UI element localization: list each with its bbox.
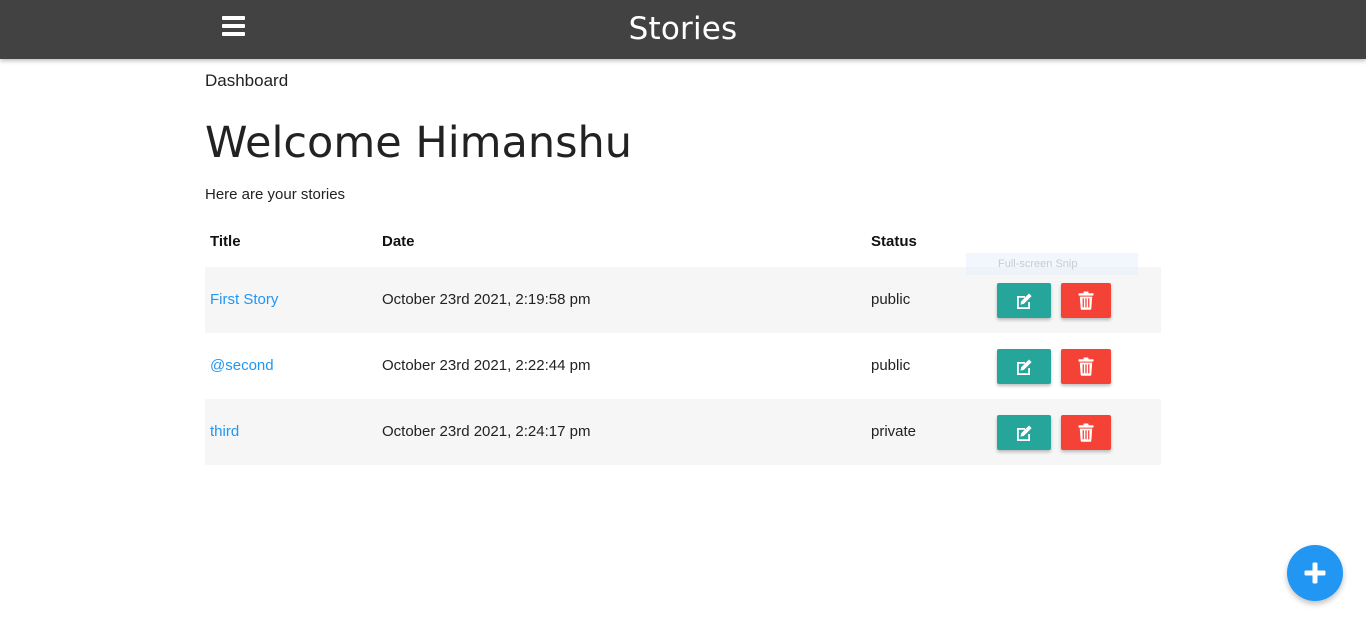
brand-title-wrap: Stories [0, 0, 1366, 59]
edit-story-button[interactable] [997, 349, 1051, 384]
column-header-status: Status [871, 233, 917, 250]
trash-icon [1078, 423, 1094, 442]
edit-icon [1017, 293, 1032, 309]
story-title-cell: @second [210, 333, 274, 399]
delete-story-button[interactable] [1061, 349, 1111, 384]
story-title-cell: third [210, 399, 239, 465]
table-row: First Story October 23rd 2021, 2:19:58 p… [205, 267, 1161, 333]
plus-icon [1304, 562, 1326, 584]
edit-icon [1017, 425, 1032, 441]
hamburger-menu-icon[interactable] [222, 16, 245, 38]
story-date: October 23rd 2021, 2:24:17 pm [382, 423, 591, 440]
story-title-link[interactable]: First Story [210, 291, 278, 308]
menu-bar-top [222, 16, 245, 20]
delete-story-button[interactable] [1061, 415, 1111, 450]
trash-icon [1078, 291, 1094, 310]
trash-icon [1078, 357, 1094, 376]
edit-icon [1017, 359, 1032, 375]
menu-bar-middle [222, 24, 245, 28]
edit-story-button[interactable] [997, 415, 1051, 450]
story-title-cell: First Story [210, 267, 278, 333]
menu-bar-bottom [222, 32, 245, 36]
story-status: public [871, 357, 911, 374]
add-story-button[interactable] [1287, 545, 1343, 601]
edit-story-button[interactable] [997, 283, 1051, 318]
column-header-date: Date [382, 233, 415, 250]
brand-title[interactable]: Stories [629, 11, 738, 47]
delete-story-button[interactable] [1061, 283, 1111, 318]
page-title: Welcome Himanshu [205, 118, 633, 168]
column-header-title: Title [210, 233, 241, 250]
story-date: October 23rd 2021, 2:22:44 pm [382, 357, 591, 374]
breadcrumb: Dashboard [205, 71, 289, 90]
snip-tooltip: Full-screen Snip [966, 253, 1138, 275]
story-title-link[interactable]: third [210, 423, 239, 440]
story-title-link[interactable]: @second [210, 357, 274, 374]
story-status: public [871, 291, 911, 308]
story-date: October 23rd 2021, 2:19:58 pm [382, 291, 591, 308]
top-navbar: Stories [0, 0, 1366, 59]
story-status: private [871, 423, 917, 440]
table-row: third October 23rd 2021, 2:24:17 pm priv… [205, 399, 1161, 465]
table-row: @second October 23rd 2021, 2:22:44 pm pu… [205, 333, 1161, 399]
page-subtitle: Here are your stories [205, 186, 346, 203]
